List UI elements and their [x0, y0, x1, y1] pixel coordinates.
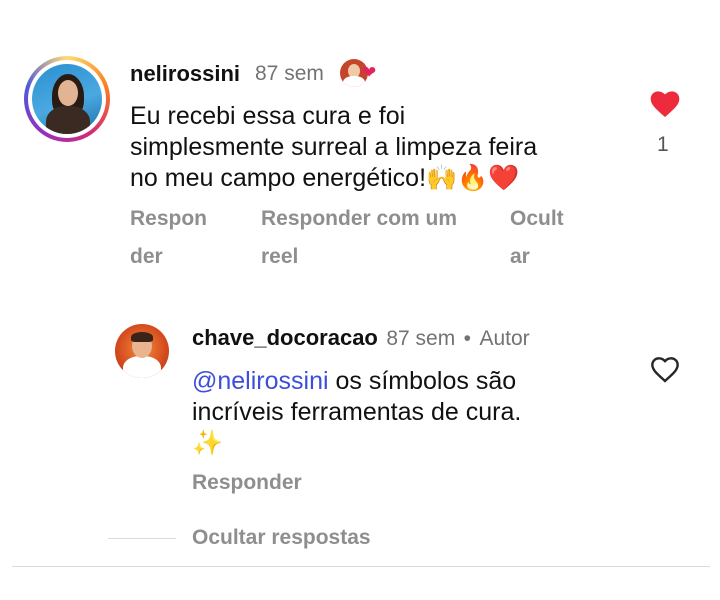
like-count: 1 — [657, 133, 669, 156]
reply-to-reply-button[interactable]: Responder — [192, 464, 302, 502]
reply-text-line: incríveis ferramentas de cura. — [192, 398, 522, 426]
bottom-divider — [12, 566, 710, 567]
reply-username[interactable]: chave_docoracao — [192, 325, 378, 350]
comment-text-line: Eu recebi essa cura e foi — [130, 102, 406, 130]
reply-with-reel-button[interactable]: Responder com um reel — [261, 200, 457, 276]
reply-header: chave_docoracao 87 sem • Autor — [192, 325, 530, 351]
comment-text-line: simplesmente surreal a limpeza feira — [130, 133, 538, 161]
avatar-chave-docoracao[interactable] — [115, 324, 169, 378]
reply-label: der — [130, 245, 163, 268]
hide-button[interactable]: Ocult ar — [510, 200, 564, 276]
creator-liked-heart-icon: ❤ — [362, 63, 377, 82]
reply-button[interactable]: Respon der — [130, 200, 207, 276]
avatar-nelirossini — [32, 64, 102, 134]
reply-text: @nelirossini os símbolos são incríveis f… — [192, 366, 521, 459]
heart-filled-icon[interactable] — [648, 88, 682, 123]
hide-replies-button[interactable]: Ocultar respostas — [192, 519, 371, 557]
reply-label: Respon — [130, 207, 208, 230]
reply-reel-label: Responder com um — [261, 207, 458, 230]
hide-label: Ocult — [510, 207, 564, 230]
comment-username[interactable]: nelirossini — [130, 61, 240, 87]
reply-text-line: @nelirossini os símbolos são — [192, 367, 517, 395]
reply-reel-label: reel — [261, 245, 299, 268]
comment-time: 87 sem — [255, 62, 324, 85]
comment-text-line: no meu campo energético!🙌🔥❤️ — [130, 164, 520, 192]
comment-emojis: 🙌🔥❤️ — [426, 164, 520, 192]
avatar-ring-inner — [28, 60, 106, 138]
hide-label: ar — [510, 245, 530, 268]
hide-replies-line — [108, 538, 176, 539]
comment-text: Eu recebi essa cura e foi simplesmente s… — [130, 101, 537, 194]
author-tag: Autor — [479, 327, 530, 350]
reply-emoji: ✨ — [192, 429, 224, 457]
meta-separator: • — [463, 327, 472, 350]
reply-time: 87 sem — [386, 327, 456, 350]
heart-outline-icon[interactable] — [649, 354, 681, 389]
avatar-story-ring[interactable] — [24, 56, 110, 142]
mention-link[interactable]: @nelirossini — [192, 367, 329, 395]
